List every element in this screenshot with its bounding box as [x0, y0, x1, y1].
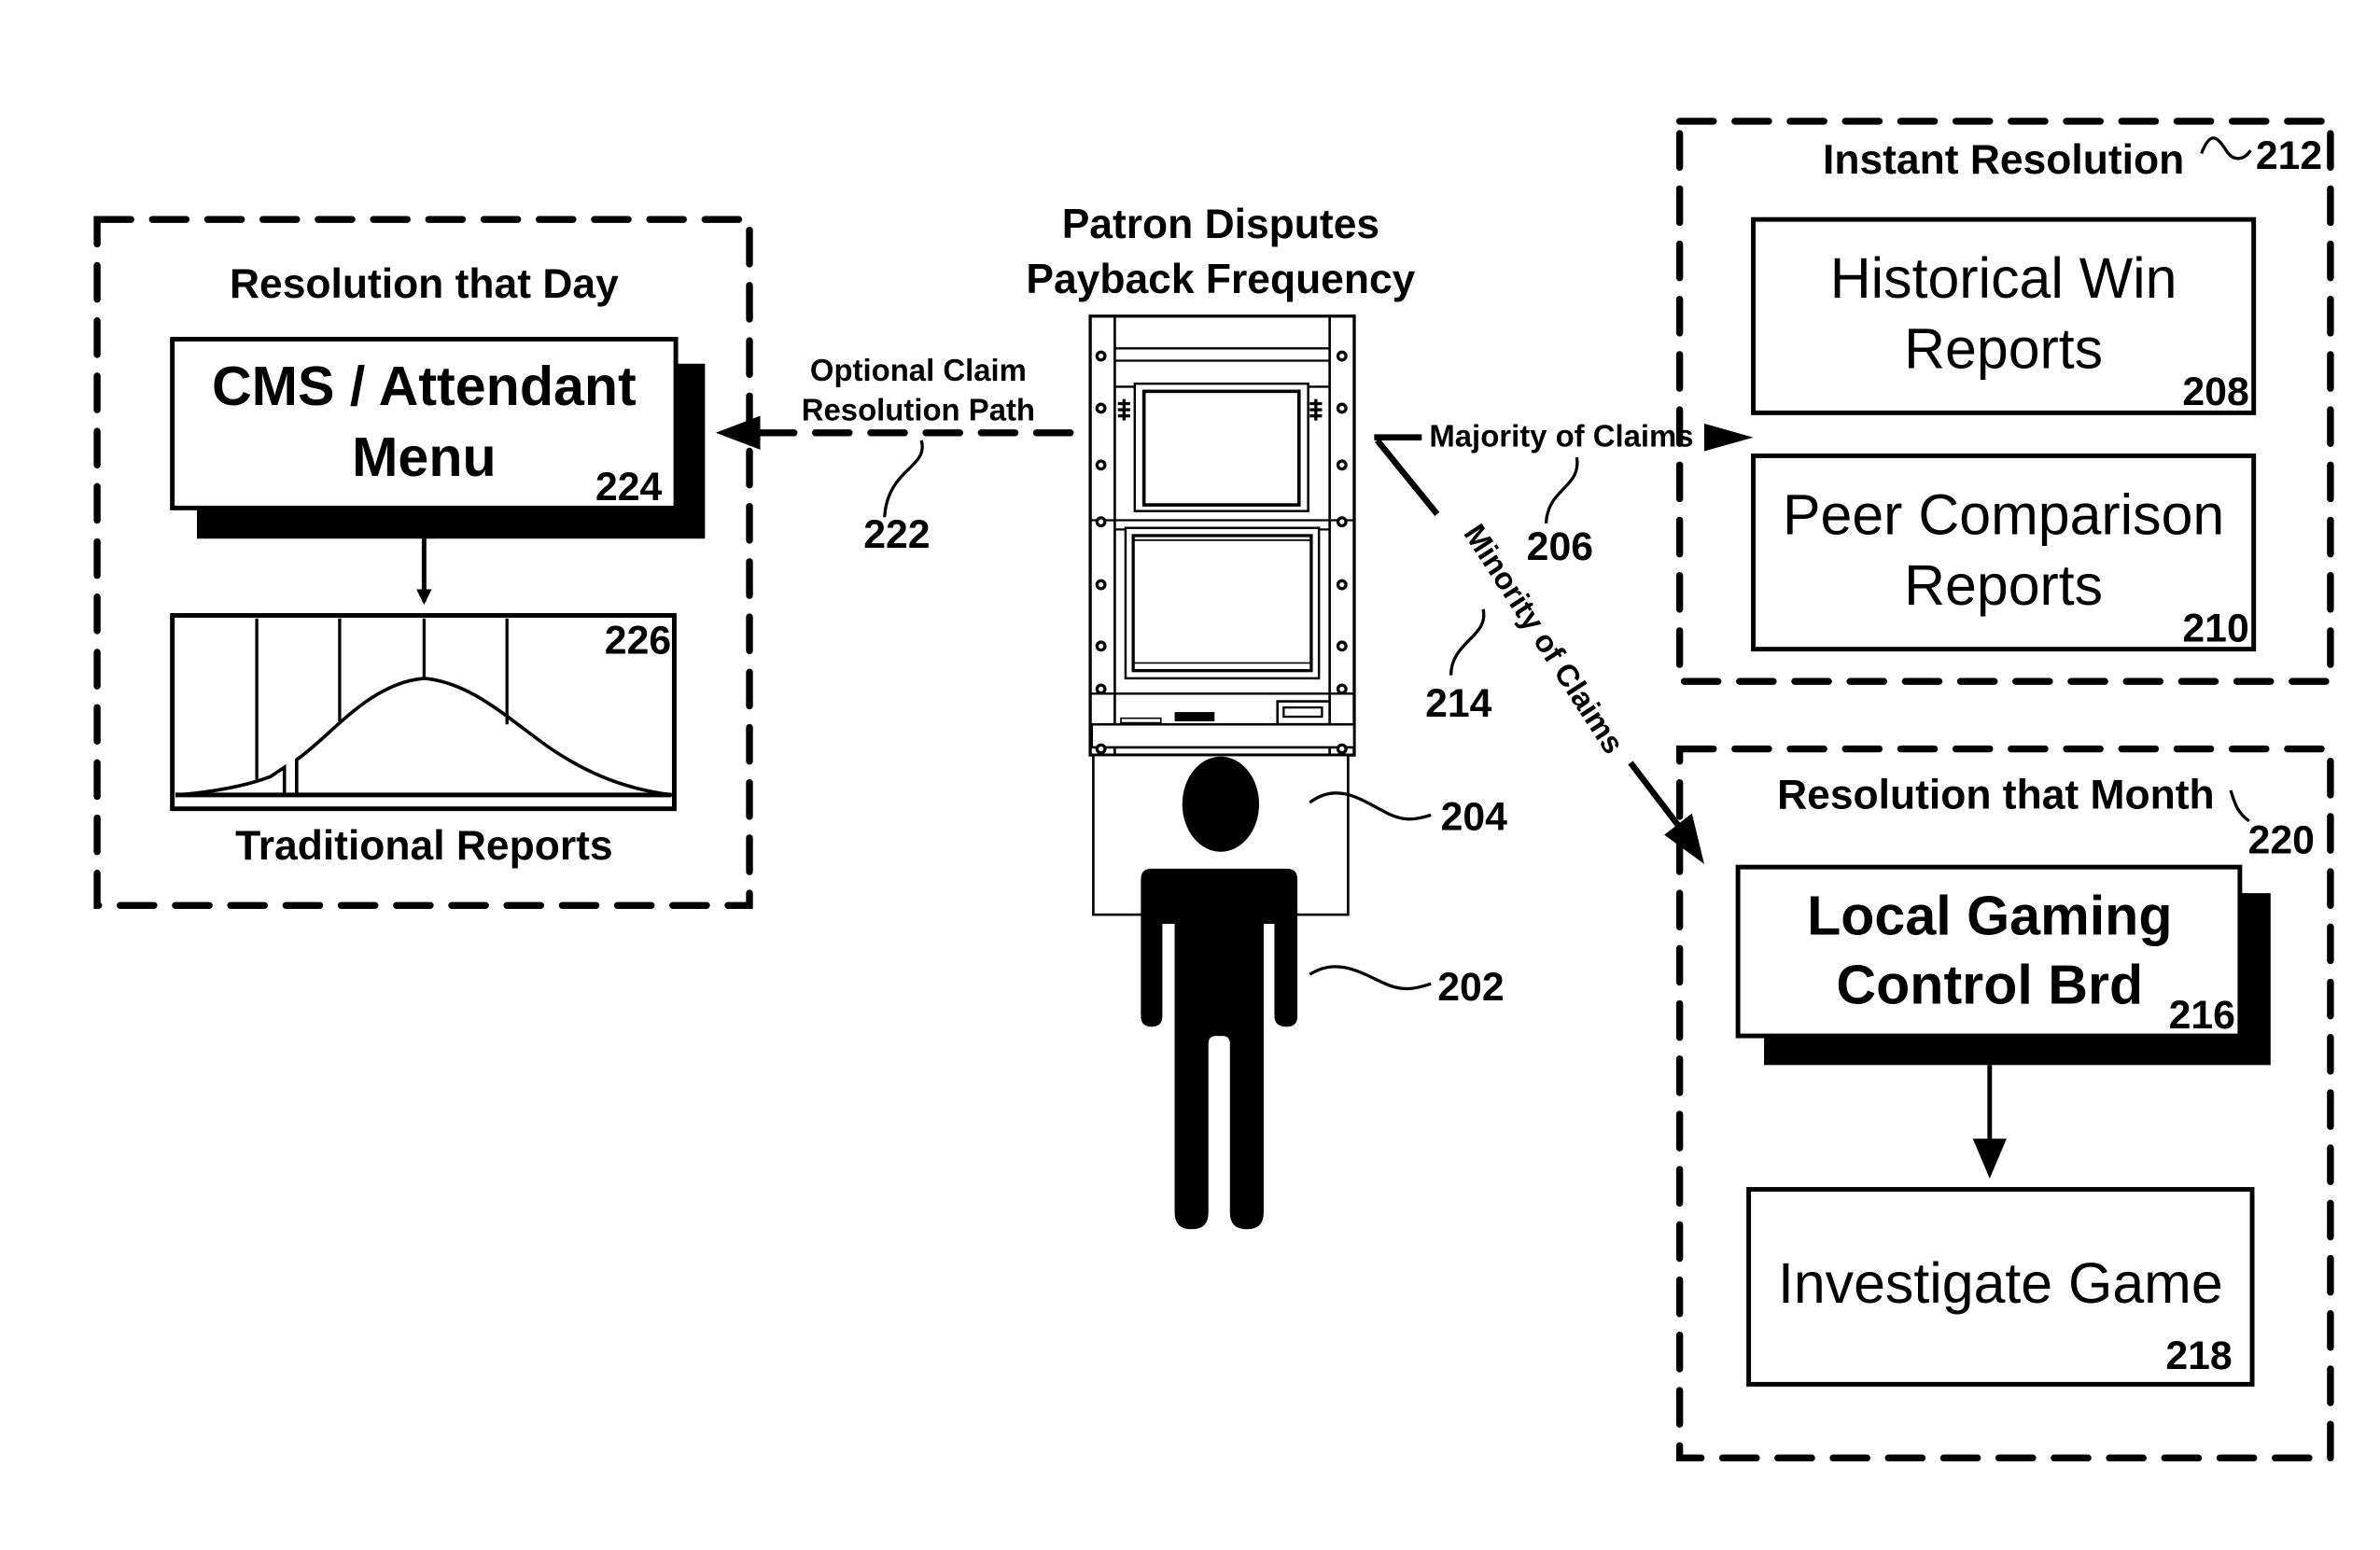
historical-win-reports-box[interactable]: Historical Win Reports 208: [1751, 216, 2257, 415]
lgcb-to-investigate-arrowhead: [1972, 1138, 2007, 1180]
center-title-line1: Patron Disputes: [1062, 202, 1379, 247]
peer-box-ref: 210: [2182, 606, 2248, 650]
card-slot: [1174, 712, 1215, 721]
patron-body: [1141, 868, 1298, 1230]
investigate-game-box[interactable]: Investigate Game 218: [1746, 1187, 2255, 1387]
group-instant-resolution: Instant Resolution 212 Historical Win Re…: [1675, 118, 2334, 685]
cms-box-ref: 224: [595, 465, 663, 510]
historical-box-line1: Historical Win: [1830, 246, 2177, 310]
cms-box-label-line1: CMS / Attendant: [212, 355, 637, 417]
group-instant-leader: [2200, 136, 2252, 161]
patron-leader: [1309, 965, 1432, 991]
group-resolution-that-month: Resolution that Month 220 Local Gaming C…: [1675, 745, 2334, 1462]
traditional-reports-caption: Traditional Reports: [235, 823, 613, 869]
lgcb-box-ref: 216: [2169, 993, 2235, 1038]
minority-path-ref: 214: [1425, 681, 1492, 726]
majority-path-label: Majority of Claims: [1429, 419, 1693, 454]
main-screen: [1131, 534, 1313, 673]
majority-path-arrowhead: [1703, 423, 1754, 452]
majority-path-ref: 206: [1527, 524, 1593, 569]
majority-claims-path: Majority of Claims 206: [1374, 419, 1754, 569]
optional-path-arrowhead: [715, 415, 761, 450]
patron-ref: 202: [1437, 965, 1504, 1010]
peer-box-line2: Reports: [1904, 553, 2103, 617]
minority-path-leader: [1449, 608, 1486, 676]
lgcb-box-line1: Local Gaming: [1807, 885, 2172, 947]
group-resolution-that-day: Resolution that Day CMS / Attendant Menu…: [93, 216, 753, 909]
minority-path-arrowhead: [1664, 813, 1704, 864]
patron-head: [1182, 756, 1260, 852]
report-box-ref: 226: [605, 619, 671, 663]
cms-box-label-line2: Menu: [352, 426, 497, 488]
optional-path-label-line1: Optional Claim: [810, 353, 1027, 387]
lgcb-box-line2: Control Brd: [1836, 954, 2143, 1016]
cms-attendant-menu-box[interactable]: CMS / Attendant Menu 224: [170, 336, 706, 539]
center-title-line2: Payback Frequency: [1026, 257, 1415, 302]
button-deck: [1090, 722, 1356, 749]
group-day-title: Resolution that Day: [230, 261, 619, 307]
top-screen: [1141, 389, 1301, 507]
minority-claims-path: Minority of Claims 214: [1375, 438, 1704, 864]
traditional-reports-box[interactable]: 226: [170, 612, 677, 812]
patent-figure: Resolution that Day CMS / Attendant Menu…: [93, 118, 2334, 1462]
historical-box-line2: Reports: [1904, 317, 2103, 381]
machine-ref: 204: [1441, 795, 1508, 840]
speaker-left-icon: [1117, 398, 1130, 421]
optional-claim-path: Optional Claim Resolution Path 222: [715, 353, 1074, 557]
optional-path-label-line2: Resolution Path: [802, 393, 1035, 427]
historical-box-ref: 208: [2182, 370, 2248, 414]
optional-path-leader: [883, 440, 924, 518]
group-month-leader: [2229, 789, 2250, 823]
group-month-title: Resolution that Month: [1777, 773, 2214, 818]
group-month-ref: 220: [2248, 817, 2315, 862]
investigate-box-label: Investigate Game: [1778, 1251, 2223, 1315]
optional-path-ref: 222: [863, 512, 930, 557]
group-instant-ref: 212: [2256, 133, 2322, 178]
speaker-right-icon: [1309, 398, 1323, 421]
local-gaming-control-board-box[interactable]: Local Gaming Control Brd 216: [1735, 864, 2271, 1066]
majority-path-leader: [1544, 456, 1579, 524]
investigate-box-ref: 218: [2165, 1334, 2232, 1378]
group-instant-title: Instant Resolution: [1823, 137, 2184, 183]
peer-box-line1: Peer Comparison: [1783, 482, 2224, 546]
peer-comparison-reports-box[interactable]: Peer Comparison Reports 210: [1751, 453, 2257, 652]
